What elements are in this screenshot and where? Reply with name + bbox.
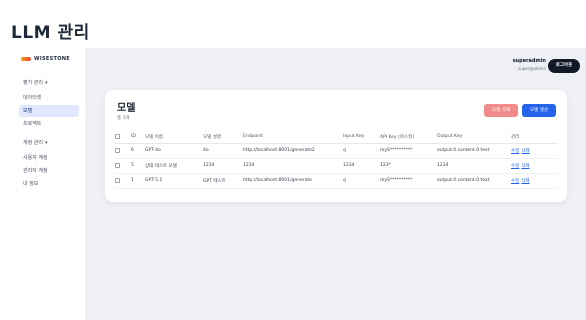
cell-api-key: 123* [380, 158, 437, 174]
sidebar-group-label: 평가 관리 [23, 80, 43, 86]
cell-id: 5 [131, 158, 145, 174]
column-header-input-key[interactable]: Input Key [343, 131, 380, 144]
logo-mark-icon [21, 57, 31, 61]
model-card: 모델 총 3개 모델 삭제 모델 생성 ID 모델 이름 모델 설명 Endpo… [105, 90, 567, 202]
sidebar-item-dataset[interactable]: 데이터셋 [19, 92, 79, 104]
section-title: 모델 [117, 103, 136, 114]
cell-description: GPT 테스트 [203, 173, 243, 189]
cell-output-key: 1234 [437, 158, 511, 174]
sidebar-item-label: 사용자 계정 [23, 155, 48, 161]
table-row: 1 GPT-5.1 GPT 테스트 http://localhost:8001/… [115, 173, 558, 189]
sidebar-item-admin-accounts[interactable]: 관리자 계정 [19, 165, 79, 177]
cell-output-key: output.0.content.0.text [437, 143, 511, 159]
logout-button[interactable]: 로그아웃 [548, 59, 580, 73]
sidebar-group-evaluation[interactable]: 평가 관리 ▾ [23, 79, 48, 87]
sidebar: WISESTONE 평가 관리 ▾ 데이터셋 모델 프로젝트 계정 관리 ▾ 사… [11, 48, 85, 320]
cell-id: 6 [131, 143, 145, 159]
page-title: LLM 관리 [11, 23, 90, 43]
edit-link[interactable]: 수정 [511, 164, 519, 169]
delete-link[interactable]: 삭제 [521, 179, 529, 184]
row-checkbox[interactable] [115, 147, 120, 153]
column-header-output-key[interactable]: Output Key [437, 131, 511, 144]
edit-link[interactable]: 수정 [511, 149, 519, 154]
cell-id: 1 [131, 173, 145, 189]
cell-api-key: myS********** [380, 143, 437, 159]
sidebar-item-label: 관리자 계정 [23, 168, 48, 174]
table-row: 6 GPT-4o 4o http://localhost:8001/genera… [115, 143, 558, 159]
user-info: superadmin super@admin [513, 58, 546, 71]
main-content: superadmin super@admin 로그아웃 모델 총 3개 모델 삭… [85, 48, 586, 320]
cell-input-key: 1234 [343, 158, 380, 174]
sidebar-item-model[interactable]: 모델 [19, 105, 79, 117]
sidebar-item-my-info[interactable]: 내 정보 [19, 178, 79, 190]
row-checkbox[interactable] [115, 177, 120, 183]
sidebar-item-label: 모델 [23, 108, 33, 114]
sidebar-group-account[interactable]: 계정 관리 ▾ [23, 139, 48, 147]
delete-link[interactable]: 삭제 [521, 149, 529, 154]
cell-actions: 수정 삭제 [511, 158, 558, 174]
brand-logo[interactable]: WISESTONE [21, 56, 70, 62]
cell-actions: 수정 삭제 [511, 143, 558, 159]
chevron-down-icon: ▾ [45, 79, 48, 86]
column-header-api-key[interactable]: API Key (마스킹) [380, 131, 437, 144]
sidebar-group-label: 계정 관리 [23, 140, 43, 146]
model-table: ID 모델 이름 모델 설명 Endpoint Input Key API Ke… [115, 131, 558, 189]
sidebar-item-label: 내 정보 [23, 181, 39, 187]
sidebar-item-project[interactable]: 프로젝트 [19, 118, 79, 130]
column-header-endpoint[interactable]: Endpoint [243, 131, 343, 144]
cell-output-key: output.0.content.0.text [437, 173, 511, 189]
cell-name: GPT-4o [145, 143, 203, 159]
cell-actions: 수정 삭제 [511, 173, 558, 189]
chevron-down-icon: ▾ [45, 139, 48, 146]
table-header-row: ID 모델 이름 모델 설명 Endpoint Input Key API Ke… [115, 131, 558, 144]
sidebar-item-user-accounts[interactable]: 사용자 계정 [19, 152, 79, 164]
edit-link[interactable]: 수정 [511, 179, 519, 184]
select-all-checkbox[interactable] [115, 133, 120, 139]
column-header-id[interactable]: ID [131, 131, 145, 144]
user-email: super@admin [518, 66, 546, 71]
table-row: 5 상태 테스트 모델 1234 1234 1234 123* 1234 수정 삭… [115, 158, 558, 174]
delete-link[interactable]: 삭제 [521, 164, 529, 169]
column-header-actions: 관리 [511, 131, 558, 144]
logo-text: WISESTONE [34, 56, 70, 62]
column-header-description[interactable]: 모델 설명 [203, 131, 243, 144]
cell-input-key: q [343, 143, 380, 159]
row-checkbox[interactable] [115, 162, 120, 168]
total-count: 총 3개 [117, 116, 130, 121]
sidebar-item-label: 프로젝트 [23, 121, 42, 127]
column-header-name[interactable]: 모델 이름 [145, 131, 203, 144]
user-name: superadmin [512, 58, 546, 64]
cell-input-key: q [343, 173, 380, 189]
cell-endpoint: 1234 [243, 158, 343, 174]
select-all-cell [115, 131, 131, 144]
cell-api-key: myS********** [380, 173, 437, 189]
cell-endpoint: http://localhost:8001/generate [243, 173, 343, 189]
cell-description: 1234 [203, 158, 243, 174]
app-window: WISESTONE 평가 관리 ▾ 데이터셋 모델 프로젝트 계정 관리 ▾ 사… [11, 48, 586, 320]
sidebar-item-label: 데이터셋 [23, 95, 42, 101]
add-model-button[interactable]: 모델 생성 [522, 104, 556, 117]
cell-endpoint: http://localhost:8001/generate2 [243, 143, 343, 159]
cell-name: 상태 테스트 모델 [145, 158, 203, 174]
delete-model-button[interactable]: 모델 삭제 [484, 104, 518, 117]
cell-name: GPT-5.1 [145, 173, 203, 189]
cell-description: 4o [203, 143, 243, 159]
